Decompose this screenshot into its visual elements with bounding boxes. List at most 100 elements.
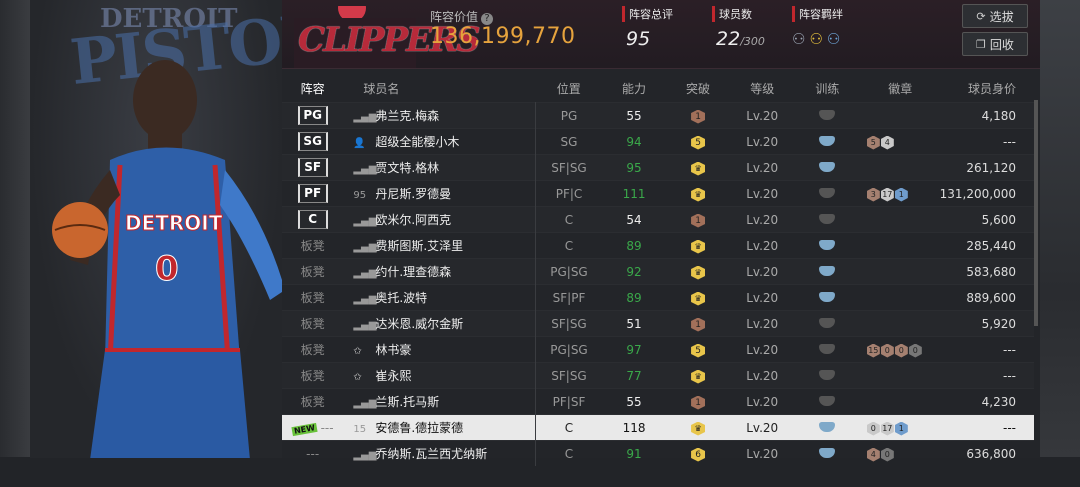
price-cell: 889,600 (966, 290, 1016, 305)
price-cell: --- (1003, 134, 1016, 149)
badges-cell (861, 311, 940, 337)
background-right (1038, 0, 1080, 487)
roster-row[interactable]: PG ▂▄▆弗兰克.梅森 PG 55 1 Lv.20 4,180 (282, 102, 1034, 129)
roster-scrollbar[interactable] (1034, 100, 1038, 326)
breakthrough-cell: 1 (666, 311, 731, 337)
roster-row[interactable]: 板凳 ▂▄▆奥托.波特 SF|PF 89 ♛ Lv.20 889,600 (282, 284, 1034, 311)
star-icon: ✩ (353, 372, 362, 383)
col-ability[interactable]: 能力 (602, 74, 665, 103)
training-cell[interactable] (794, 363, 861, 389)
roster-row[interactable]: 板凳 ✩ 崔永熙 SF|SG 77 ♛ Lv.20 --- (282, 362, 1034, 389)
badge-icon: 1 (894, 421, 908, 436)
roster-row[interactable]: 板凳 ▂▄▆约什.理查德森 PG|SG 92 ♛ Lv.20 583,680 (282, 258, 1034, 285)
training-cell[interactable] (794, 441, 861, 467)
lineup-slot: 板凳 (300, 369, 325, 383)
stat-player-count-value: 22 (716, 28, 741, 50)
lineup-cell: 板凳 (282, 233, 343, 259)
col-position[interactable]: 位置 (535, 74, 602, 103)
jersey-text: DETROIT (125, 211, 223, 235)
col-badges[interactable]: 徽章 (861, 74, 940, 103)
lineup-cell: 板凳 (282, 285, 343, 311)
price-cell: 636,800 (966, 446, 1016, 461)
lineup-cell: 板凳 (282, 311, 343, 337)
rating-icon: 95 (353, 190, 367, 201)
badge-icon: 0 (880, 447, 894, 462)
breakthrough-cell: ♛ (666, 285, 731, 311)
level-cell: Lv.20 (746, 394, 779, 409)
roster-row[interactable]: NEW --- 15 安德鲁.德拉蒙德 C 118 ♛ Lv.20 0 17 1 --- (282, 414, 1034, 441)
training-icon (819, 135, 836, 146)
training-cell[interactable] (794, 337, 861, 363)
training-cell[interactable] (794, 233, 861, 259)
col-breakthrough[interactable]: 突破 (666, 74, 731, 103)
lineup-slot: --- (320, 420, 334, 435)
crown-icon: ♛ (691, 265, 706, 280)
player-name-cell: 👤 超级全能樱小木 (343, 129, 535, 155)
player-name: 丹尼斯.罗德曼 (375, 187, 452, 201)
badge-icon: 0 (894, 343, 908, 358)
breakthrough-cell: ♛ (666, 233, 731, 259)
col-name[interactable]: 球员名 (343, 74, 535, 103)
badges-cell (861, 363, 940, 389)
roster-row[interactable]: 板凳 ▂▄▆兰斯.托马斯 PF|SF 55 1 Lv.20 4,230 (282, 388, 1034, 415)
player-name-cell: ▂▄▆乔纳斯.瓦兰西尤纳斯 (343, 441, 535, 467)
training-cell[interactable] (794, 285, 861, 311)
col-lineup[interactable]: 阵容 (282, 74, 343, 103)
breakthrough-cell: ♛ (666, 181, 731, 207)
signal-icon: ▂▄▆ (353, 398, 377, 409)
badges-cell (861, 233, 940, 259)
stat-player-count-max: /300 (740, 35, 765, 48)
roster-row[interactable]: C ▂▄▆欧米尔.阿西克 C 54 1 Lv.20 5,600 (282, 206, 1034, 233)
training-cell[interactable] (794, 311, 861, 337)
training-cell[interactable] (794, 181, 861, 207)
training-icon (819, 239, 836, 250)
roster-row[interactable]: --- ▂▄▆乔纳斯.瓦兰西尤纳斯 C 91 6 Lv.20 4 0 636,800 (282, 440, 1034, 467)
price-cell: 285,440 (966, 238, 1016, 253)
stat-chemistry[interactable]: 阵容羁绊 ⚇ ⚇ ⚇ (792, 6, 843, 48)
level-cell: Lv.20 (746, 420, 779, 435)
col-price[interactable]: 球员身价 (940, 74, 1034, 103)
crown-icon: ♛ (691, 161, 706, 176)
roster-row[interactable]: 板凳 ▂▄▆达米恩.威尔金斯 SF|SG 51 1 Lv.20 5,920 (282, 310, 1034, 337)
roster-header: CLIPPERS 阵容价值? 136,199,770 阵容总评 95 球员数 2… (282, 0, 1040, 69)
position-cell: SF|SG (534, 154, 603, 181)
background-left (0, 0, 30, 487)
training-cell[interactable] (794, 129, 861, 155)
badges-cell (861, 259, 940, 285)
crown-icon: ♛ (691, 187, 706, 202)
position-cell: C (534, 414, 603, 441)
col-level[interactable]: 等级 (731, 74, 794, 103)
lineup-slot: 板凳 (300, 239, 325, 253)
player-portrait-image: DETROIT 0 (52, 60, 282, 458)
training-cell[interactable] (794, 415, 861, 441)
select-button[interactable]: ⟳ 选拔 (962, 4, 1028, 28)
stat-overall-value: 95 (626, 28, 651, 50)
lineup-cell: SG (282, 129, 343, 155)
roster-row[interactable]: 板凳 ✩ 林书豪 PG|SG 97 5 Lv.20 15 0 0 0 --- (282, 336, 1034, 363)
chemistry-group-icon-2: ⚇ (809, 30, 823, 48)
training-cell[interactable] (794, 259, 861, 285)
badges-cell (861, 103, 940, 129)
position-cell: PF|SF (534, 388, 603, 415)
training-cell[interactable] (794, 155, 861, 181)
position-slot-badge: PF (297, 184, 328, 203)
col-training[interactable]: 训练 (794, 74, 861, 103)
roster-row[interactable]: SF ▂▄▆贾文特.格林 SF|SG 95 ♛ Lv.20 261,120 (282, 154, 1034, 181)
badge-icon: 17 (880, 421, 894, 436)
training-cell[interactable] (794, 207, 861, 233)
recycle-button[interactable]: ❐ 回收 (962, 32, 1028, 56)
price-cell: --- (1003, 342, 1016, 357)
training-cell[interactable] (794, 103, 861, 129)
chemistry-group-icon-1: ⚇ (792, 30, 806, 48)
training-icon (819, 213, 836, 224)
badges-cell (861, 285, 940, 311)
training-cell[interactable] (794, 389, 861, 415)
roster-row[interactable]: 板凳 ▂▄▆费斯图斯.艾泽里 C 89 ♛ Lv.20 285,440 (282, 232, 1034, 259)
ability-cell: 94 (626, 134, 642, 149)
signal-icon: ▂▄▆ (353, 320, 377, 331)
lineup-slot: 板凳 (300, 395, 325, 409)
roster-row[interactable]: PF 95 丹尼斯.罗德曼 PF|C 111 ♛ Lv.20 3 17 1 131,200,000 (282, 180, 1034, 207)
player-name-cell: ▂▄▆欧米尔.阿西克 (343, 207, 535, 233)
crown-icon: ♛ (691, 421, 706, 436)
roster-row[interactable]: SG 👤 超级全能樱小木 SG 94 5 Lv.20 5 4 --- (282, 128, 1034, 155)
